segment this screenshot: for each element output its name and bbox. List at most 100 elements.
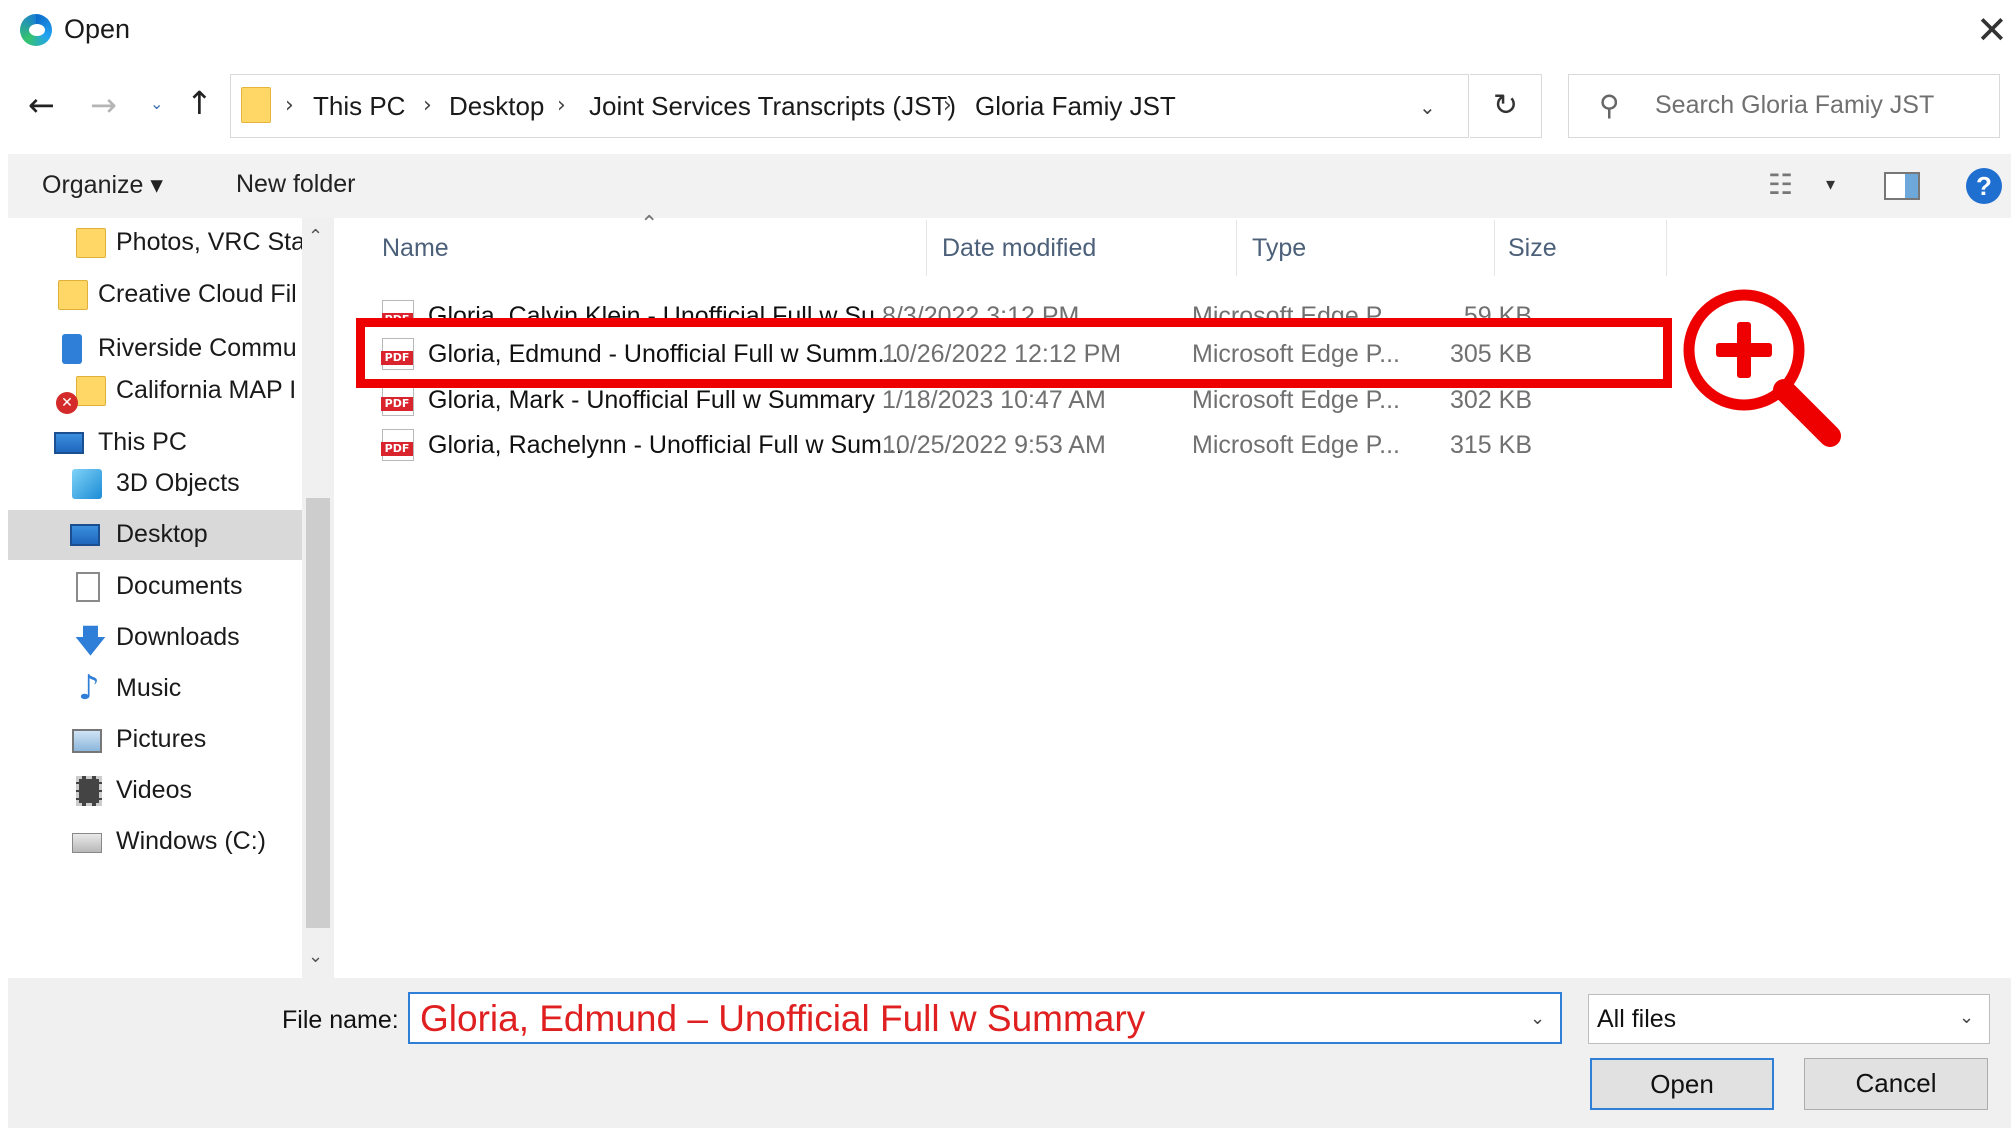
pdf-file-icon [381,338,414,370]
column-header-size[interactable]: Size [1508,234,1557,263]
sidebar-item-videos[interactable]: Videos [8,766,310,816]
preview-pane-icon[interactable] [1884,172,1920,200]
search-input[interactable]: ⚲ Search Gloria Famiy JST [1568,74,2000,138]
file-name-label: File name: [282,1006,399,1034]
file-type: Microsoft Edge P... [1192,431,1400,459]
window-title: Open [64,14,131,44]
sidebar-item-label: Creative Cloud Fil [98,280,297,308]
organize-button[interactable]: Organize ▾ [42,170,163,200]
building-icon [62,334,82,364]
file-name: Gloria, Mark - Unofficial Full w Summary [428,386,875,414]
sort-ascending-icon: ⌃ [640,212,659,237]
sidebar-item-creative-cloud[interactable]: Creative Cloud Fil [8,270,310,320]
file-type: Microsoft Edge P... [1192,386,1400,414]
address-bar[interactable]: › This PC › Desktop › Joint Services Tra… [230,74,1469,138]
sidebar-item-label: Desktop [116,520,208,548]
folder-icon [76,228,106,258]
new-folder-button[interactable]: New folder [236,170,356,199]
sidebar-item-label: Pictures [116,725,207,753]
view-options-icon[interactable]: ☷ [1768,168,1793,201]
sidebar-item-label: Music [116,674,182,702]
file-type-dropdown-icon[interactable]: ⌄ [1959,1007,1974,1028]
folder-error-icon [76,376,106,406]
computer-icon [54,432,84,454]
document-icon [76,572,100,602]
file-name: Gloria, Calvin Klein - Unofficial Full w… [428,302,896,322]
sidebar-item-label: Riverside Commu [98,334,297,362]
table-row[interactable]: Gloria, Calvin Klein - Unofficial Full w… [382,294,1672,322]
file-name: Gloria, Edmund - Unofficial Full w Summ.… [428,340,899,368]
column-header-date-modified[interactable]: Date modified [942,234,1096,263]
column-divider[interactable] [926,220,927,276]
column-header-name[interactable]: Name [382,234,449,263]
breadcrumb-this-pc[interactable]: This PC [313,91,405,122]
pdf-file-icon [381,384,414,416]
sidebar-item-documents[interactable]: Documents [8,562,310,612]
breadcrumb-jst[interactable]: Joint Services Transcripts (JST) [589,91,956,122]
cube-icon [72,469,102,499]
sidebar-item-windows-c[interactable]: Windows (C:) [8,817,310,867]
file-type: Microsoft Edge P... [1192,302,1400,322]
refresh-icon[interactable]: ↻ [1470,74,1542,138]
breadcrumb-gloria-famiy-jst[interactable]: Gloria Famiy JST [975,91,1176,122]
search-placeholder: Search Gloria Famiy JST [1655,91,1935,119]
file-size: 59 KB [1463,302,1532,322]
file-date: 10/26/2022 12:12 PM [882,340,1122,368]
table-row[interactable]: Gloria, Rachelynn - Unofficial Full w Su… [381,423,1672,467]
error-badge-icon: ✕ [56,392,78,414]
cancel-button[interactable]: Cancel [1804,1058,1988,1110]
breadcrumb-separator[interactable]: › [423,93,432,118]
file-name-dropdown-icon[interactable]: ⌄ [1530,1008,1545,1029]
table-row[interactable]: Gloria, Edmund - Unofficial Full w Summ.… [381,332,1672,376]
address-dropdown-icon[interactable]: ⌄ [1419,95,1436,119]
file-type: Microsoft Edge P... [1192,340,1400,368]
sidebar-item-label: 3D Objects [116,469,240,497]
sidebar-item-pictures[interactable]: Pictures [8,715,310,765]
folder-icon [241,87,271,123]
table-row[interactable]: Gloria, Mark - Unofficial Full w Summary… [381,378,1672,422]
navigation-scrollbar[interactable]: ⌃ ⌄ [302,218,334,978]
column-divider[interactable] [1494,220,1495,276]
breadcrumb-desktop[interactable]: Desktop [449,91,544,122]
recent-locations-chevron-icon[interactable]: ⌄ [150,94,163,113]
file-name-input[interactable]: Gloria, Edmund – Unofficial Full w Summa… [408,992,1562,1044]
file-size: 315 KB [1449,431,1532,459]
sidebar-item-label: California MAP I [116,376,297,404]
sidebar-item-3d-objects[interactable]: 3D Objects [8,459,310,509]
help-icon[interactable]: ? [1966,168,2002,204]
close-icon[interactable]: ✕ [1976,8,2008,52]
sidebar-item-california-map[interactable]: ✕ California MAP I [8,366,310,416]
dialog-footer: File name: Gloria, Edmund – Unofficial F… [8,978,2011,1128]
scroll-up-icon[interactable]: ⌃ [308,226,323,247]
music-note-icon: ♪ [78,668,100,708]
view-dropdown-icon[interactable]: ▾ [1826,174,1835,195]
column-header-type[interactable]: Type [1252,234,1306,263]
sidebar-item-label: This PC [98,428,187,456]
sidebar-item-photos-vrc[interactable]: Photos, VRC Stat [8,218,312,268]
sidebar-item-downloads[interactable]: 🡇 Downloads [8,613,310,663]
column-divider[interactable] [1666,220,1667,276]
forward-arrow-icon[interactable]: → [90,86,117,124]
file-name: Gloria, Rachelynn - Unofficial Full w Su… [428,431,903,459]
file-type-value: All files [1597,1005,1677,1033]
sidebar-item-label: Videos [116,776,192,804]
breadcrumb-separator[interactable]: › [943,93,952,118]
breadcrumb-separator[interactable]: › [557,93,566,118]
sidebar-item-desktop[interactable]: Desktop [8,510,310,560]
column-divider[interactable] [1236,220,1237,276]
file-date: 1/18/2023 10:47 AM [882,386,1106,414]
film-icon [76,776,102,806]
up-arrow-icon[interactable]: ↑ [186,84,213,122]
sidebar-item-label: Photos, VRC Stat [116,228,312,256]
scroll-down-icon[interactable]: ⌄ [308,946,323,967]
file-size: 302 KB [1449,386,1532,414]
open-button[interactable]: Open [1590,1058,1774,1110]
back-arrow-icon[interactable]: ← [28,86,55,124]
edge-logo-icon [20,14,52,46]
breadcrumb-separator[interactable]: › [285,93,294,118]
file-type-select[interactable]: All files ⌄ [1588,994,1990,1044]
sidebar-item-label: Documents [116,572,243,600]
file-date: 10/25/2022 9:53 AM [882,431,1106,459]
sidebar-item-music[interactable]: ♪ Music [8,664,310,714]
scrollbar-thumb[interactable] [306,498,330,928]
